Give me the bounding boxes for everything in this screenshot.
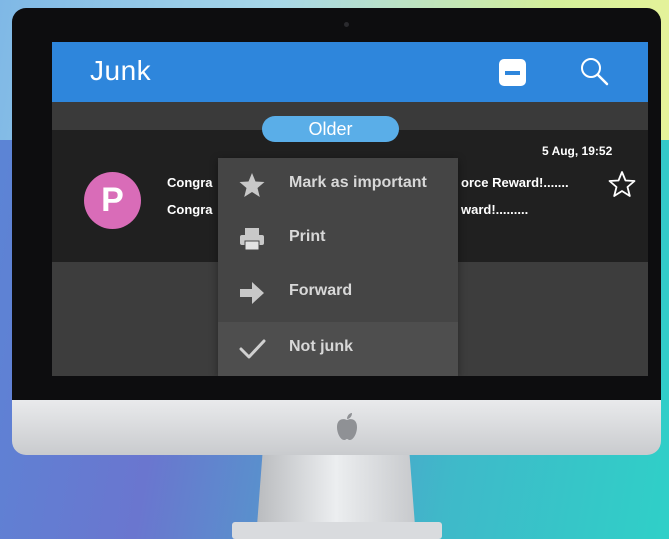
app-bar: Junk — [52, 42, 648, 102]
menu-item-not-junk[interactable]: Not junk — [218, 322, 458, 376]
menu-item-forward[interactable]: Forward — [218, 266, 458, 320]
minus-square-icon — [505, 71, 520, 75]
mail-subject-line-2-end: ward!......... — [461, 202, 529, 217]
monitor-chin — [12, 400, 661, 455]
mail-date: 5 Aug, 19:52 — [542, 144, 613, 158]
arrow-right-icon — [240, 282, 264, 304]
mail-subject-line-1-end: orce Reward!....... — [461, 175, 569, 190]
menu-item-print[interactable]: Print — [218, 212, 458, 266]
avatar: P — [84, 172, 141, 229]
printer-icon — [240, 228, 264, 251]
context-menu: Mark as important Print Forward Not junk — [218, 158, 458, 376]
menu-item-label: Not junk — [289, 338, 353, 355]
apple-logo-icon — [337, 413, 357, 440]
monitor-bezel: Junk Older 5 Aug, 19:52 P Congra orce Re… — [12, 8, 661, 400]
star-mail-button[interactable] — [608, 170, 636, 198]
page-title: Junk — [90, 55, 152, 86]
menu-item-label: Mark as important — [289, 174, 427, 191]
star-icon — [239, 173, 265, 197]
email-app-screen: Junk Older 5 Aug, 19:52 P Congra orce Re… — [52, 42, 648, 376]
star-outline-icon — [608, 171, 636, 197]
menu-item-mark-important[interactable]: Mark as important — [218, 158, 458, 212]
delete-button[interactable] — [499, 59, 526, 86]
camera-dot — [344, 22, 349, 27]
search-icon — [581, 58, 609, 86]
search-button[interactable] — [576, 54, 612, 90]
monitor-foot — [232, 522, 442, 539]
mail-subject-line-2-start: Congra — [167, 202, 213, 217]
menu-item-label: Print — [289, 228, 326, 245]
group-label-older: Older — [262, 116, 399, 142]
mail-subject-line-1-start: Congra — [167, 175, 213, 190]
menu-item-label: Forward — [289, 282, 353, 299]
check-icon — [239, 339, 266, 359]
